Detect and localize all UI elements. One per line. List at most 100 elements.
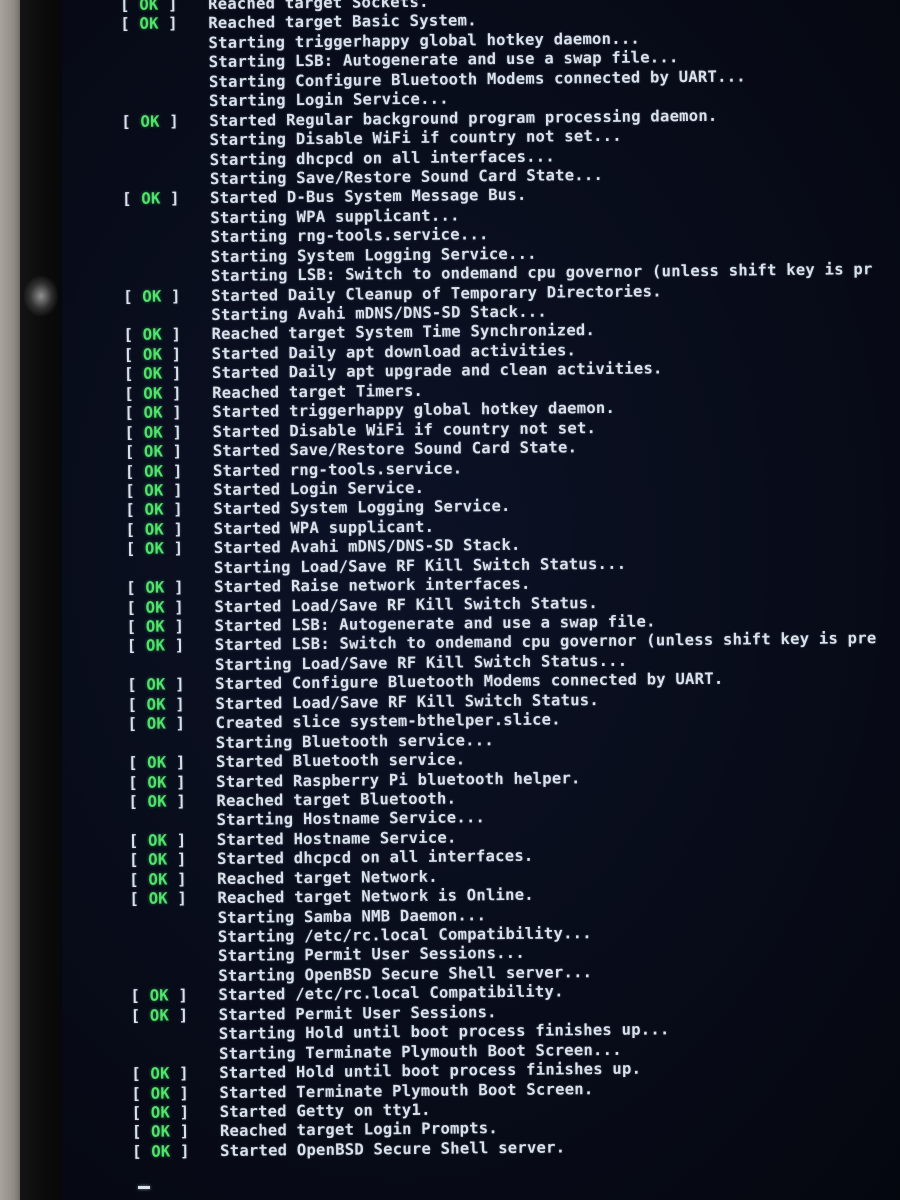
console-line-text: Reached target Basic System. xyxy=(208,11,477,33)
ok-label: OK xyxy=(143,442,164,461)
ok-status-tag: [ OK ] xyxy=(123,364,192,384)
ok-status-tag: [ OK ] xyxy=(128,792,196,811)
console-line-text: Started Bluetooth service. xyxy=(215,750,466,772)
console-line-text: Started Load/Save RF Kill Switch Status. xyxy=(215,690,600,713)
console-line-text: Starting Login Service... xyxy=(209,89,449,111)
ok-label: OK xyxy=(143,384,163,403)
console-line-text: Started D-Bus System Message Bus. xyxy=(210,186,527,208)
ok-status-tag: [ OK ] xyxy=(131,1064,199,1084)
ok-label: OK xyxy=(141,189,161,209)
status-tag-empty xyxy=(130,942,218,943)
ok-label: OK xyxy=(146,714,167,733)
ok-status-tag: [ OK ] xyxy=(130,1005,198,1025)
console-line-text: Started Save/Restore Sound Card State. xyxy=(212,438,578,461)
ok-status-tag: [ OK ] xyxy=(123,345,191,364)
ok-label: OK xyxy=(140,112,160,131)
ok-status-tag: [ OK ] xyxy=(123,286,191,306)
console-line-text: Starting /etc/rc.local Compatibility... xyxy=(217,924,592,947)
ok-status-tag: [ OK ] xyxy=(127,675,195,695)
ok-label: OK xyxy=(148,850,168,870)
ok-label: OK xyxy=(146,675,166,695)
ok-label: OK xyxy=(144,520,165,539)
ok-label: OK xyxy=(139,0,159,14)
console-line-text: Reached target Timers. xyxy=(212,381,424,402)
ok-status-tag: [ OK ] xyxy=(126,578,194,598)
ok-status-tag: [ OK ] xyxy=(130,986,198,1006)
ok-status-tag: [ OK ] xyxy=(128,831,197,850)
ok-status-tag: [ OK ] xyxy=(129,889,197,909)
status-tag-empty xyxy=(128,748,216,749)
ok-status-tag: [ OK ] xyxy=(121,111,189,131)
console-line-text: Starting Disable WiFi if country not set… xyxy=(209,126,622,150)
ok-label: OK xyxy=(147,753,167,772)
console-line-text: Starting System Logging Service... xyxy=(210,244,537,266)
ok-status-tag: [ OK ] xyxy=(126,636,195,656)
console-line-text: Starting OpenBSD Secure Shell server... xyxy=(218,962,593,985)
console-line-text: Started Disable WiFi if country not set. xyxy=(212,418,597,441)
ok-label: OK xyxy=(139,15,159,34)
console-line-text: Started Daily apt upgrade and clean acti… xyxy=(211,359,663,383)
ok-status-tag: [ OK ] xyxy=(124,442,193,462)
ok-label: OK xyxy=(150,1122,171,1142)
ok-status-tag: [ OK ] xyxy=(126,597,194,617)
console-line-text: Reached target Bluetooth. xyxy=(216,789,457,810)
ok-status-tag: [ OK ] xyxy=(124,422,192,442)
ok-status-tag: [ OK ] xyxy=(126,617,194,636)
ok-label: OK xyxy=(142,345,163,364)
ok-label: OK xyxy=(145,578,165,597)
ok-label: OK xyxy=(144,500,164,520)
status-tag-empty xyxy=(127,670,215,671)
status-tag-empty xyxy=(123,262,211,263)
ok-status-tag: [ OK ] xyxy=(123,325,191,345)
console-line-text: Started Hostname Service. xyxy=(216,828,457,849)
console-line-text: Started Permit User Sessions. xyxy=(218,1002,497,1024)
ok-label: OK xyxy=(142,326,163,345)
ok-status-tag: [ OK ] xyxy=(124,403,192,423)
console-line-text: Starting Samba NMB Daemon... xyxy=(217,905,487,927)
console-line-text: Started Hold until boot process finishes… xyxy=(219,1059,642,1083)
console-line-text: Started Configure Bluetooth Modems conne… xyxy=(215,670,724,694)
ok-label: OK xyxy=(148,870,168,889)
status-tag-empty xyxy=(123,281,211,282)
boot-console-log: [ OK ] Reached target Sockets.[ OK ] Rea… xyxy=(120,0,900,1162)
ok-label: OK xyxy=(147,792,167,811)
console-line-text: Starting Terminate Plymouth Boot Screen.… xyxy=(218,1040,622,1063)
console-line-text: Starting Save/Restore Sound Card State..… xyxy=(209,165,604,189)
console-line-text: Reached target Login Prompts. xyxy=(219,1119,499,1141)
console-line-text: Started WPA supplicant. xyxy=(213,517,435,538)
ok-status-tag: [ OK ] xyxy=(127,695,195,714)
console-line-text: Starting dhcpcd on all interfaces... xyxy=(209,146,555,169)
console-cursor xyxy=(138,1186,150,1189)
ok-label: OK xyxy=(145,637,166,656)
console-line-text: Reached target Network is Online. xyxy=(217,885,534,908)
console-line-text: Starting Bluetooth service... xyxy=(215,730,494,752)
console-line-text: Started Daily apt download activities. xyxy=(211,341,577,363)
status-tag-empty xyxy=(121,87,209,88)
ok-label: OK xyxy=(150,1084,170,1103)
ok-label: OK xyxy=(149,986,169,1006)
status-tag-empty xyxy=(123,242,211,243)
console-line-text: Starting Load/Save RF Kill Switch Status… xyxy=(213,554,627,577)
status-tag-empty xyxy=(121,67,209,68)
console-line-text: Started System Logging Service. xyxy=(213,497,511,519)
ok-label: OK xyxy=(145,617,166,636)
ok-status-tag: [ OK ] xyxy=(125,481,193,500)
status-tag-empty xyxy=(130,961,218,962)
status-tag-empty xyxy=(126,573,214,574)
console-line-text: Starting Hostname Service... xyxy=(216,808,486,830)
ok-status-tag: [ OK ] xyxy=(132,1142,200,1161)
console-line-text: Starting Permit User Sessions... xyxy=(217,944,525,966)
ok-status-tag: [ OK ] xyxy=(125,539,194,559)
ok-label: OK xyxy=(144,539,165,559)
ok-status-tag: [ OK ] xyxy=(131,1122,200,1142)
console-line-text: Started Login Service. xyxy=(213,478,425,499)
console-line-text: Started Raise network interfaces. xyxy=(214,574,531,597)
console-line-text: Started Load/Save RF Kill Switch Status. xyxy=(214,593,599,616)
status-tag-empty xyxy=(121,48,209,49)
ok-label: OK xyxy=(143,403,163,422)
ok-label: OK xyxy=(146,695,166,714)
ok-label: OK xyxy=(148,889,168,908)
ok-status-tag: [ OK ] xyxy=(122,189,190,209)
monitor-screen: [ OK ] Reached target Sockets.[ OK ] Rea… xyxy=(62,0,900,1200)
ok-status-tag: [ OK ] xyxy=(127,753,196,773)
